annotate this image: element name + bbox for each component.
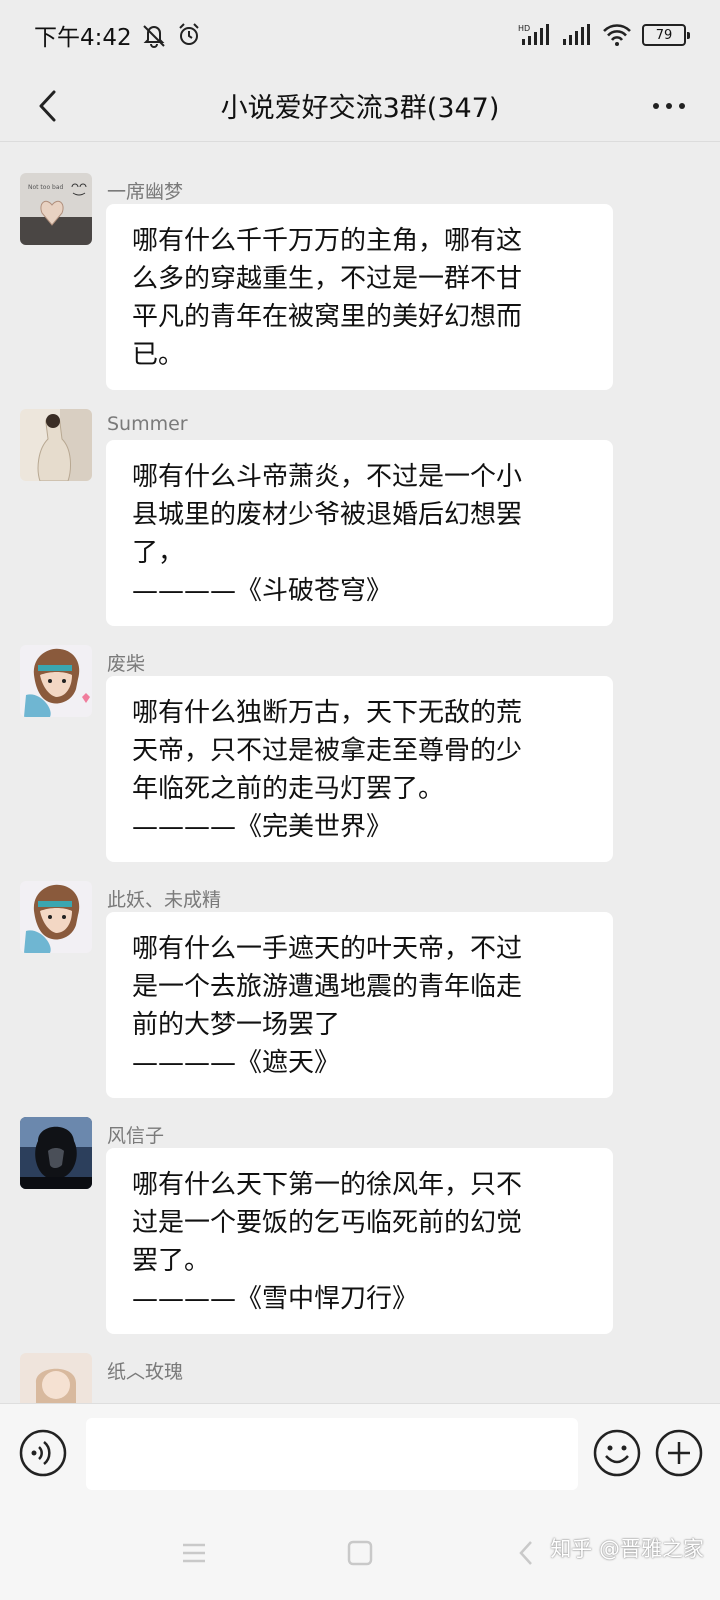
emoji-button[interactable] (592, 1428, 642, 1478)
sender-name: 废柴 (107, 653, 146, 675)
voice-button[interactable] (18, 1428, 68, 1478)
signal-icon (562, 23, 592, 47)
avatar[interactable] (20, 1117, 92, 1189)
more-dots-icon (653, 103, 685, 109)
sender-name: Summer (107, 413, 188, 435)
sender-name: 纸︿玫瑰 (107, 1361, 184, 1383)
message-line: 了， (132, 538, 185, 568)
chevron-left-icon (39, 90, 56, 122)
menu-icon (183, 1543, 205, 1563)
message-line: ————《遮天》 (132, 1048, 341, 1078)
wifi-icon (602, 23, 632, 47)
avatar[interactable] (20, 1353, 92, 1403)
watermark-text: 知乎 @晋雅之家 (550, 1537, 704, 1561)
message-bubble[interactable]: 哪有什么天下第一的徐风年，只不 过是一个要饭的乞丐临死前的幻觉 罢了。 ————… (106, 1148, 613, 1334)
chat-message: 风信子 哪有什么天下第一的徐风年，只不 过是一个要饭的乞丐临死前的幻觉 罢了。 … (20, 1117, 700, 1337)
message-line: 过是一个要饭的乞丐临死前的幻觉 (132, 1208, 523, 1238)
svg-text:Not too bad: Not too bad (28, 184, 64, 191)
system-nav-bar: 知乎 @晋雅之家 (0, 1503, 720, 1600)
message-bubble[interactable]: 哪有什么斗帝萧炎，不过是一个小 县城里的废材少爷被退婚后幻想罢 了， ————《… (106, 440, 613, 626)
plus-button[interactable] (654, 1428, 704, 1478)
message-line: 哪有什么天下第一的徐风年，只不 (132, 1170, 523, 1200)
chat-message: 此妖、未成精 哪有什么一手遮天的叶天帝，不过 是一个去旅游遭遇地震的青年临走 前… (20, 881, 700, 1101)
message-line: 哪有什么一手遮天的叶天帝，不过 (132, 934, 523, 964)
chat-message-list[interactable]: Not too bad 一席幽梦 哪有什么千千万万的主角，哪有这 么多的穿越重生… (0, 143, 720, 1403)
more-button[interactable] (644, 84, 694, 128)
avatar[interactable]: Not too bad (20, 173, 92, 245)
home-icon (347, 1540, 373, 1566)
hd-signal-icon: HD (518, 23, 552, 47)
message-line: 县城里的废材少爷被退婚后幻想罢 (132, 500, 523, 530)
voice-icon (19, 1429, 67, 1477)
avatar[interactable] (20, 645, 92, 717)
message-line: 哪有什么千千万万的主角，哪有这 (132, 226, 523, 256)
status-bar: 下午4:42 HD 79 (0, 0, 720, 70)
chat-message: 废柴 哪有什么独断万古，天下无敌的荒 天帝，只不过是被拿走至尊骨的少 年临死之前… (20, 645, 700, 865)
system-back-button[interactable] (506, 1533, 546, 1573)
sender-name: 风信子 (107, 1125, 165, 1147)
message-line: 年临死之前的走马灯罢了。 (132, 774, 445, 804)
sender-name: 此妖、未成精 (107, 889, 222, 911)
message-line: 是一个去旅游遭遇地震的青年临走 (132, 972, 523, 1002)
message-line: 么多的穿越重生，不过是一群不甘 (132, 264, 523, 294)
message-bubble[interactable]: 哪有什么一手遮天的叶天帝，不过 是一个去旅游遭遇地震的青年临走 前的大梦一场罢了… (106, 912, 613, 1098)
message-line: 平凡的青年在被窝里的美好幻想而 (132, 302, 523, 332)
mute-notification-icon (140, 22, 168, 48)
message-line: ————《完美世界》 (132, 812, 393, 842)
message-line: 哪有什么独断万古，天下无敌的荒 (132, 698, 523, 728)
status-right: HD 79 (518, 23, 690, 47)
battery-level: 79 (655, 27, 673, 43)
avatar[interactable] (20, 409, 92, 481)
status-time: 下午4:42 (34, 25, 132, 51)
message-input-bar (0, 1403, 720, 1503)
message-line: 前的大梦一场罢了 (132, 1010, 341, 1040)
message-line: 天帝，只不过是被拿走至尊骨的少 (132, 736, 523, 766)
menu-button[interactable] (174, 1533, 214, 1573)
message-line: 已。 (132, 340, 185, 370)
chat-message: Summer 哪有什么斗帝萧炎，不过是一个小 县城里的废材少爷被退婚后幻想罢 了… (20, 409, 700, 629)
message-line: ————《斗破苍穹》 (132, 576, 393, 606)
message-line: 罢了。 (132, 1246, 211, 1276)
emoji-icon (593, 1429, 641, 1477)
chat-message: 纸︿玫瑰 (20, 1353, 700, 1403)
alarm-icon (176, 22, 202, 48)
battery-icon: 79 (642, 24, 690, 46)
home-button[interactable] (340, 1533, 380, 1573)
back-button[interactable] (26, 84, 70, 128)
chat-title: 小说爱好交流3群(347) (220, 93, 500, 124)
status-left: 下午4:42 (34, 18, 202, 52)
message-line: ————《雪中悍刀行》 (132, 1284, 419, 1314)
chat-message: Not too bad 一席幽梦 哪有什么千千万万的主角，哪有这 么多的穿越重生… (20, 173, 700, 393)
back-icon (519, 1541, 532, 1565)
message-bubble[interactable]: 哪有什么独断万古，天下无敌的荒 天帝，只不过是被拿走至尊骨的少 年临死之前的走马… (106, 676, 613, 862)
message-bubble[interactable]: 哪有什么千千万万的主角，哪有这 么多的穿越重生，不过是一群不甘 平凡的青年在被窝… (106, 204, 613, 390)
message-input[interactable] (86, 1418, 578, 1490)
message-line: 哪有什么斗帝萧炎，不过是一个小 (132, 462, 523, 492)
avatar[interactable] (20, 881, 92, 953)
chat-header: 小说爱好交流3群(347) (0, 70, 720, 142)
sender-name: 一席幽梦 (107, 181, 184, 203)
plus-icon (655, 1429, 703, 1477)
svg-text:HD: HD (518, 24, 530, 33)
